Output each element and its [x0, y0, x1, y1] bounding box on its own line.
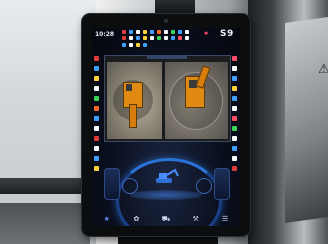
status-indicator-icon: [178, 36, 182, 41]
status-indicator-icon: [129, 30, 133, 34]
camera-view-birdseye[interactable]: [107, 62, 162, 139]
status-indicator-icon: [143, 36, 147, 41]
side-indicator-icon[interactable]: [94, 86, 99, 91]
camera-tab[interactable]: [147, 55, 187, 59]
side-indicator-icon[interactable]: [94, 166, 99, 171]
cab-side-panel: [285, 16, 328, 224]
side-indicator-icon[interactable]: [232, 56, 237, 61]
status-indicator-icon: [143, 30, 147, 34]
clock-time: 10:28: [95, 31, 115, 38]
side-indicator-icon[interactable]: [94, 96, 99, 101]
status-indicator-icon: [150, 30, 154, 34]
side-indicator-icon[interactable]: [232, 166, 237, 171]
side-indicator-icon[interactable]: [232, 66, 237, 71]
status-indicator-icon: [136, 36, 140, 41]
status-indicator-icon: [143, 42, 147, 47]
side-indicator-icon[interactable]: [94, 136, 99, 141]
side-indicator-icon[interactable]: [94, 56, 99, 61]
machine-status-gauge: [102, 154, 230, 226]
side-indicator-icon[interactable]: [232, 76, 237, 81]
camera-view-rear[interactable]: [165, 62, 228, 139]
status-indicator-icon: [178, 30, 182, 34]
status-indicator-icon: [136, 30, 140, 34]
side-indicator-icon[interactable]: [94, 106, 99, 111]
status-indicator-icon: [164, 36, 168, 41]
right-indicator-column: [232, 56, 238, 171]
monitor-bezel: 10:28 ✱ S9 ★ ✿ ⛟ ⚒ ☰: [82, 14, 250, 236]
side-indicator-icon[interactable]: [232, 96, 237, 101]
camera-panel[interactable]: [104, 55, 231, 142]
excavator-icon: [156, 168, 179, 183]
side-indicator-icon[interactable]: [232, 116, 237, 121]
cab-console: [0, 203, 90, 244]
front-camera: [164, 19, 168, 23]
status-indicator-icon: [157, 36, 161, 41]
status-bar: 10:28 ✱ S9: [92, 28, 240, 52]
status-indicator-icon: [171, 36, 175, 41]
gauge-glow: [130, 190, 202, 200]
menu-icon[interactable]: ☰: [218, 213, 232, 225]
status-indicator-icon: [122, 36, 126, 41]
status-indicator-icon: [157, 30, 161, 34]
gear-icon: ✱: [204, 31, 209, 37]
work-mode-label[interactable]: S9: [220, 29, 234, 39]
status-indicator-icon: [171, 30, 175, 34]
machine-icon[interactable]: ⛟: [159, 213, 173, 225]
status-indicator-icon: [164, 30, 168, 34]
side-indicator-icon[interactable]: [232, 156, 237, 161]
status-indicator-icon: [129, 42, 133, 47]
right-track-icon: [196, 178, 212, 194]
side-indicator-icon[interactable]: [94, 66, 99, 71]
bottom-nav: ★ ✿ ⛟ ⚒ ☰: [92, 212, 240, 226]
right-gauge-bar: [214, 168, 230, 200]
status-indicator-icon: [122, 42, 126, 47]
side-indicator-icon[interactable]: [232, 126, 237, 131]
side-indicator-icon[interactable]: [94, 126, 99, 131]
status-icon-grid: [122, 30, 194, 48]
tools-icon[interactable]: ⚒: [189, 213, 203, 225]
left-gauge-bar: [104, 168, 120, 200]
status-indicator-icon: [136, 42, 140, 47]
left-indicator-column: [94, 56, 100, 171]
side-indicator-icon[interactable]: [232, 136, 237, 141]
warning-sticker-icon: ⚠: [318, 62, 328, 77]
home-icon[interactable]: ★: [100, 213, 114, 225]
status-indicator-icon: [122, 30, 126, 34]
side-indicator-icon[interactable]: [232, 146, 237, 151]
status-indicator-icon: [185, 30, 189, 34]
settings-icon[interactable]: ✿: [129, 213, 143, 225]
status-indicator-icon: [129, 36, 133, 41]
side-indicator-icon[interactable]: [94, 76, 99, 81]
side-indicator-icon[interactable]: [94, 156, 99, 161]
side-indicator-icon[interactable]: [232, 86, 237, 91]
display-screen: 10:28 ✱ S9 ★ ✿ ⛟ ⚒ ☰: [92, 28, 240, 226]
side-indicator-icon[interactable]: [94, 146, 99, 151]
side-indicator-icon[interactable]: [232, 106, 237, 111]
status-indicator-icon: [185, 36, 189, 41]
side-indicator-icon[interactable]: [94, 116, 99, 121]
status-indicator-icon: [150, 36, 154, 41]
